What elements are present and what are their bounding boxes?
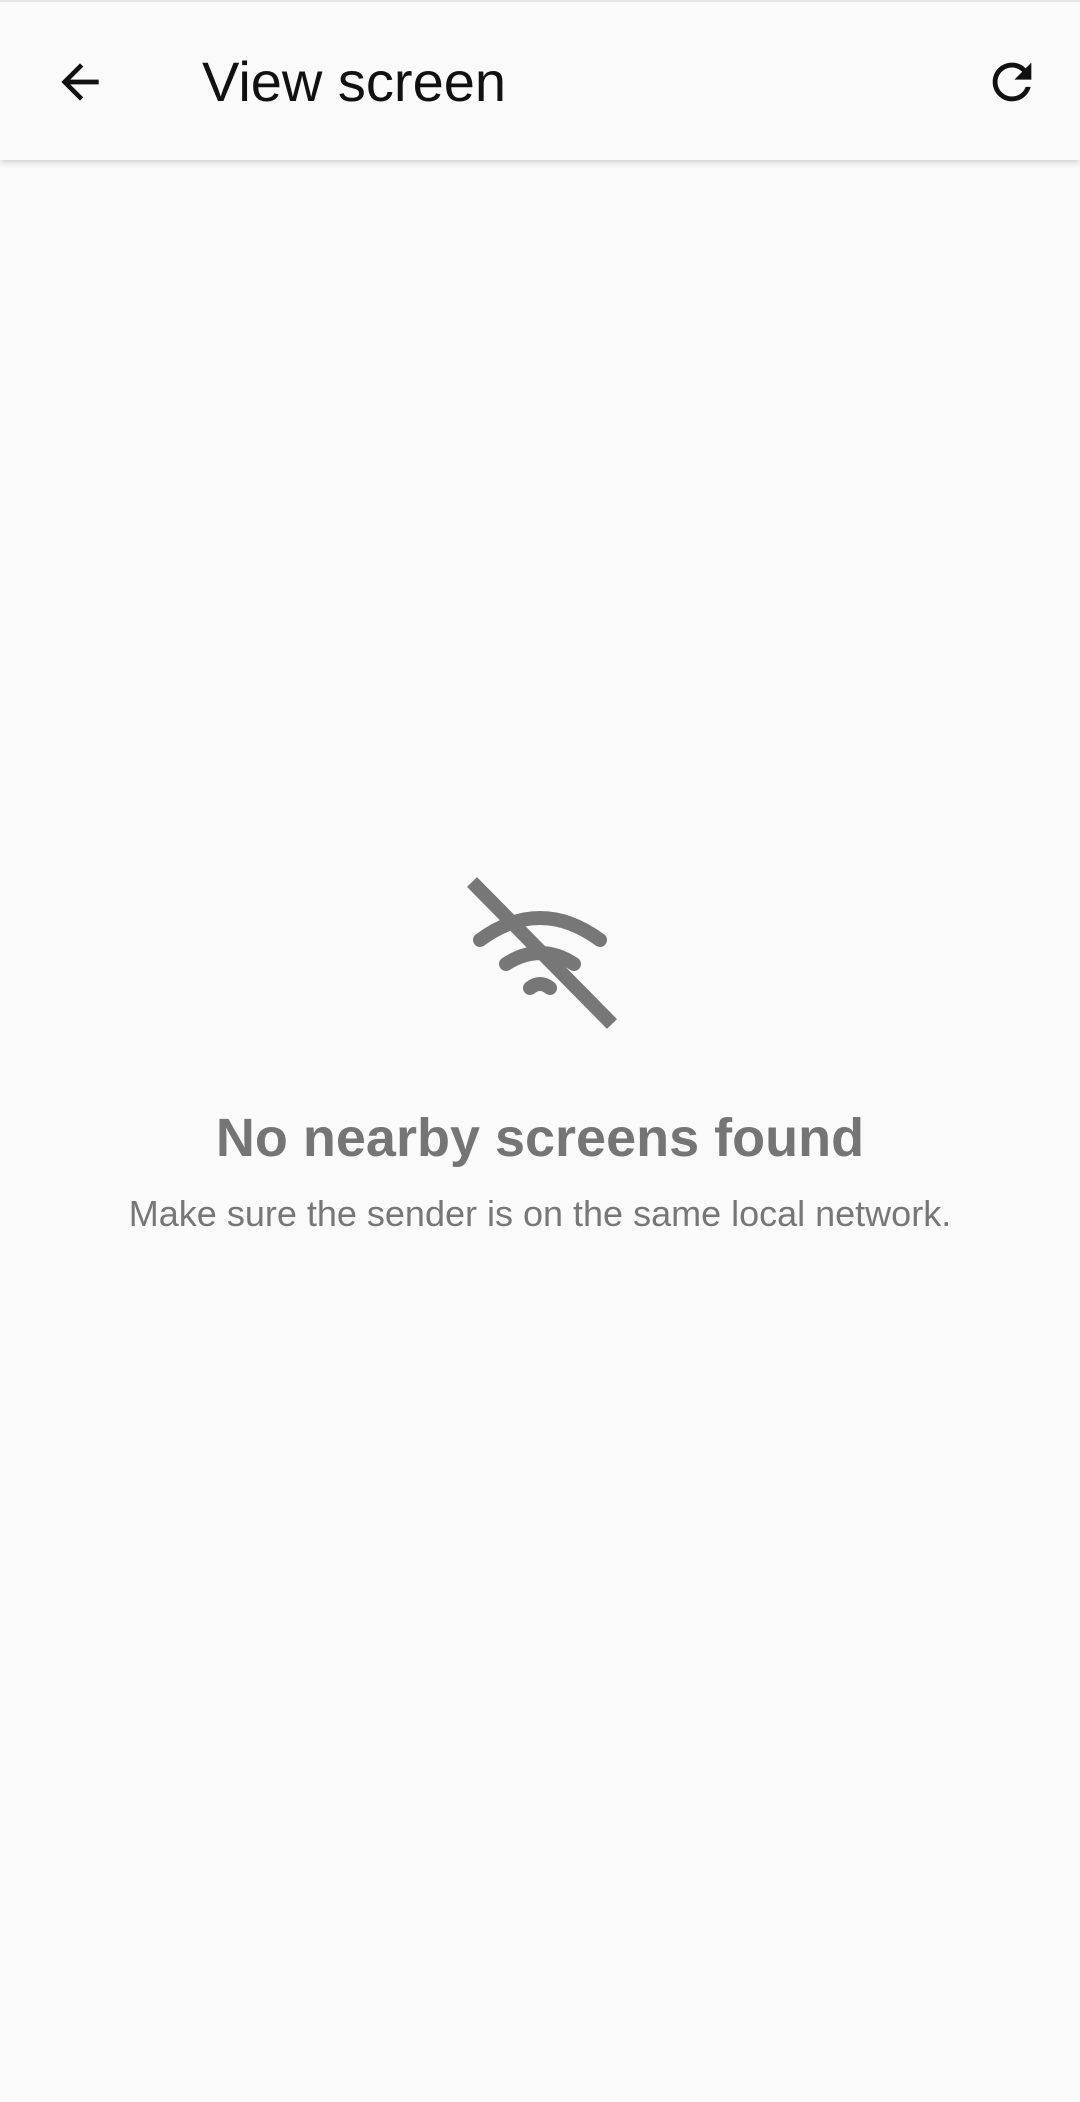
arrow-back-icon (61, 63, 99, 101)
app-bar: View screen (0, 0, 1080, 160)
refresh-button[interactable] (972, 42, 1052, 122)
refresh-icon (992, 62, 1032, 102)
empty-state: No nearby screens found Make sure the se… (0, 860, 1080, 1238)
empty-state-subtitle: Make sure the sender is on the same loca… (128, 1193, 952, 1234)
empty-state-title: No nearby screens found (215, 1108, 865, 1168)
wifi-off-icon (467, 877, 617, 1029)
back-button[interactable] (40, 42, 120, 122)
page-title: View screen (202, 50, 507, 113)
